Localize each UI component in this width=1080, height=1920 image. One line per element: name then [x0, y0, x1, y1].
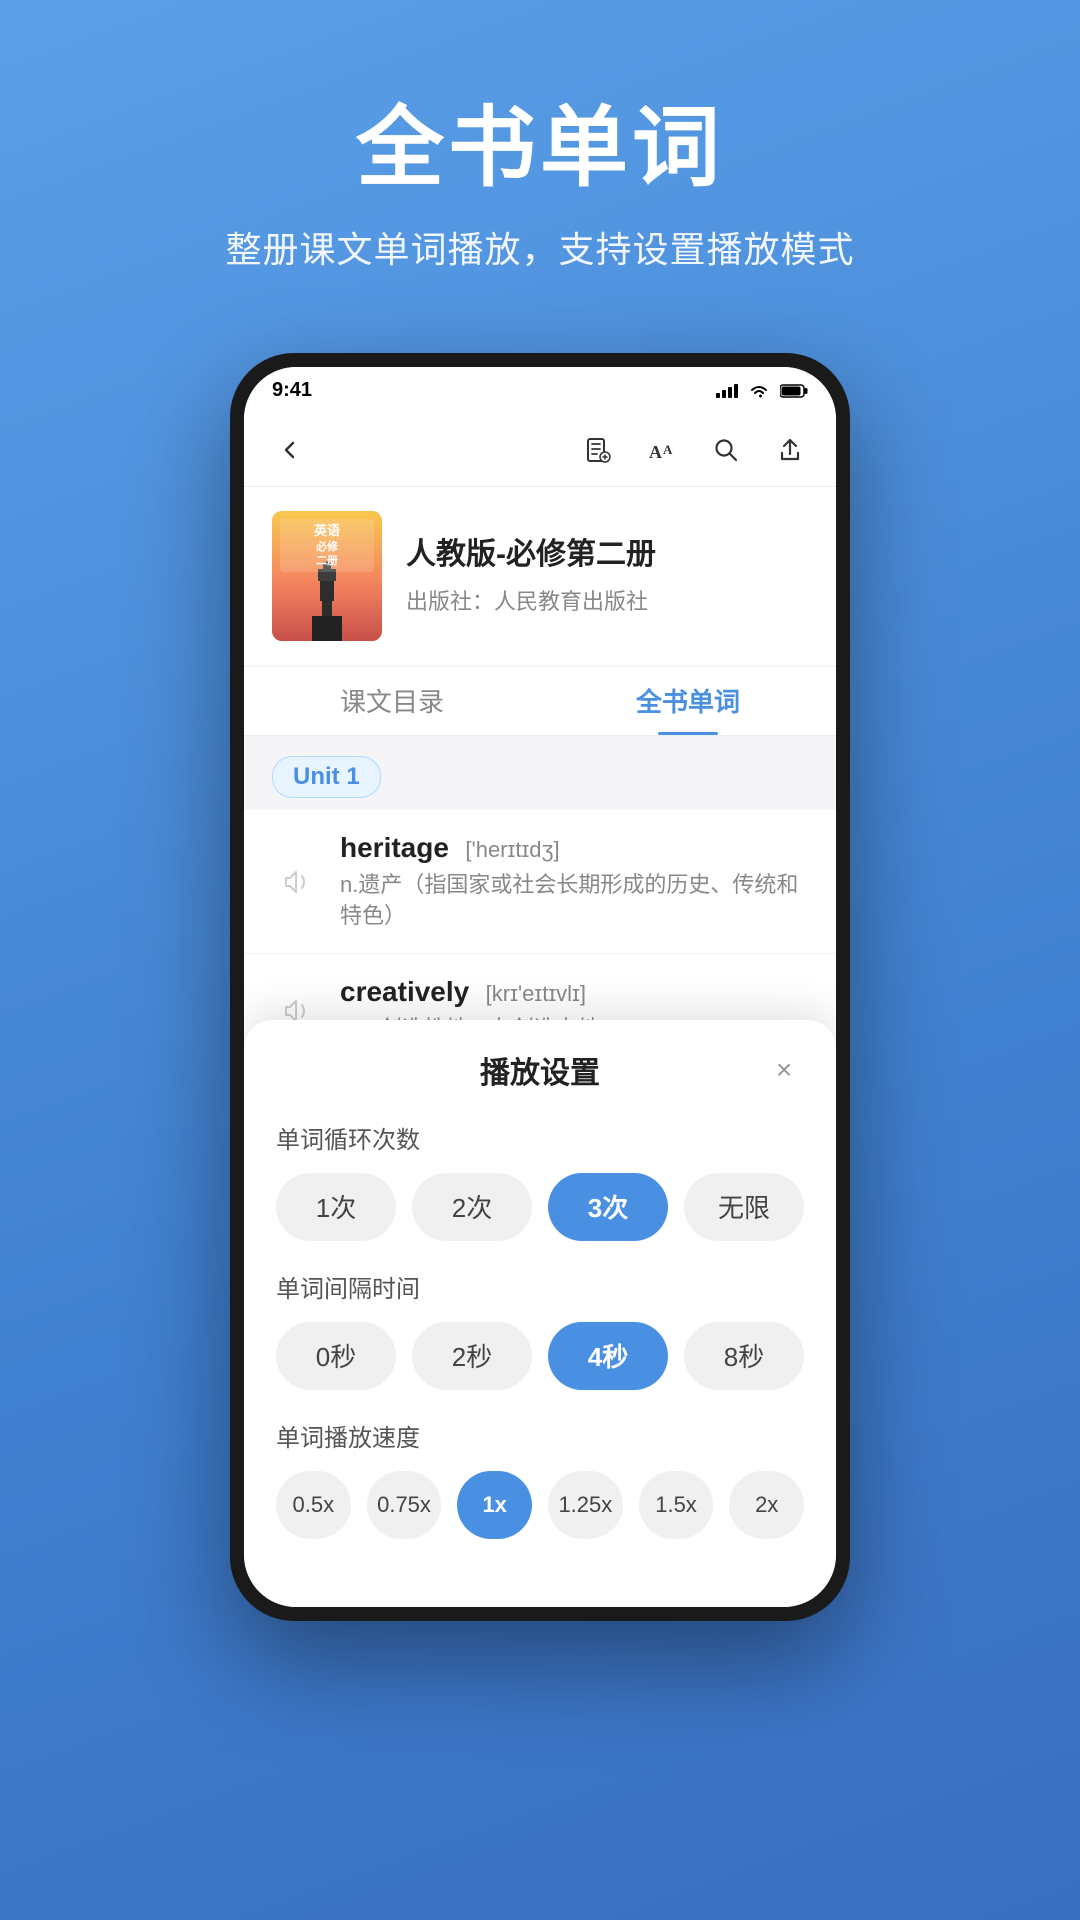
- tab-catalog[interactable]: 课文目录: [244, 667, 540, 735]
- book-cover: 英语 必修 二册: [272, 511, 382, 641]
- speed-1-5-button[interactable]: 1.5x: [639, 1471, 714, 1539]
- settings-title: 播放设置: [480, 1048, 600, 1092]
- loop-1-button[interactable]: 1次: [276, 1173, 396, 1241]
- top-nav: A A: [244, 415, 836, 487]
- loop-3-button[interactable]: 3次: [548, 1173, 668, 1241]
- speed-0-5-button[interactable]: 0.5x: [276, 1471, 351, 1539]
- speed-options: 0.5x 0.75x 1x 1.25x 1.5x 2x: [276, 1471, 804, 1539]
- share-icon[interactable]: [768, 428, 812, 472]
- wifi-icon: [748, 383, 770, 399]
- word-phonetic-2: [krɪ'eɪtɪvlɪ]: [486, 981, 586, 1006]
- interval-section: 单词间隔时间 0秒 2秒 4秒 8秒: [276, 1269, 804, 1390]
- speed-section: 单词播放速度 0.5x 0.75x 1x 1.25x 1.5x 2x: [276, 1418, 804, 1539]
- word-chinese-1: n.遗产（指国家或社会长期形成的历史、传统和特色）: [340, 870, 808, 932]
- speed-label: 单词播放速度: [276, 1418, 804, 1453]
- interval-8-button[interactable]: 8秒: [684, 1322, 804, 1390]
- word-item-heritage: heritage ['herɪtɪdʒ] n.遗产（指国家或社会长期形成的历史、…: [244, 810, 836, 955]
- word-english-2: creatively: [340, 976, 469, 1007]
- interval-label: 单词间隔时间: [276, 1269, 804, 1304]
- loop-count-section: 单词循环次数 1次 2次 3次 无限: [276, 1120, 804, 1241]
- tab-words[interactable]: 全书单词: [540, 667, 836, 735]
- loop-count-options: 1次 2次 3次 无限: [276, 1173, 804, 1241]
- loop-unlimited-button[interactable]: 无限: [684, 1173, 804, 1241]
- speed-2-button[interactable]: 2x: [729, 1471, 804, 1539]
- word-content-1: heritage ['herɪtɪdʒ] n.遗产（指国家或社会长期形成的历史、…: [340, 832, 808, 932]
- book-details: 人教版-必修第二册 出版社：人民教育出版社: [406, 535, 808, 616]
- svg-text:A: A: [663, 442, 673, 457]
- loop-2-button[interactable]: 2次: [412, 1173, 532, 1241]
- phone-screen: 9:41: [244, 367, 836, 1607]
- loop-count-label: 单词循环次数: [276, 1120, 804, 1155]
- interval-0-button[interactable]: 0秒: [276, 1322, 396, 1390]
- interval-options: 0秒 2秒 4秒 8秒: [276, 1322, 804, 1390]
- battery-icon: [780, 384, 808, 398]
- unit-badge-row: Unit 1: [244, 736, 836, 808]
- book-label-text: 英语: [286, 523, 368, 540]
- book-title: 人教版-必修第二册: [406, 535, 808, 574]
- interval-2-button[interactable]: 2秒: [412, 1322, 532, 1390]
- bigben-illustration: [302, 561, 352, 641]
- header-area: 全书单词 整册课文单词播放，支持设置播放模式: [0, 0, 1080, 333]
- status-time: 9:41: [272, 379, 312, 402]
- interval-4-button[interactable]: 4秒: [548, 1322, 668, 1390]
- word-english-1: heritage: [340, 832, 449, 863]
- settings-panel: 播放设置 × 单词循环次数 1次 2次 3次 无限: [244, 1020, 836, 1607]
- font-size-icon[interactable]: A A: [640, 428, 684, 472]
- nav-actions: A A: [576, 428, 812, 472]
- search-icon[interactable]: [704, 428, 748, 472]
- book-info: 英语 必修 二册 人教版-必修第二册 出版社：人民教育出版社: [244, 487, 836, 665]
- phone-wrapper: 9:41: [0, 333, 1080, 1621]
- unit-badge: Unit 1: [272, 756, 381, 798]
- page-subtitle: 整册课文单词播放，支持设置播放模式: [0, 221, 1080, 273]
- back-button[interactable]: [268, 428, 312, 472]
- clip-icon[interactable]: [576, 428, 620, 472]
- speed-0-75-button[interactable]: 0.75x: [367, 1471, 442, 1539]
- speed-1-25-button[interactable]: 1.25x: [548, 1471, 623, 1539]
- phone-shell: 9:41: [230, 353, 850, 1621]
- word-phonetic-1: ['herɪtɪdʒ]: [465, 837, 559, 862]
- speaker-icon-1[interactable]: [272, 858, 320, 906]
- close-settings-button[interactable]: ×: [764, 1050, 804, 1090]
- svg-text:A: A: [649, 442, 662, 462]
- speed-1-button[interactable]: 1x: [457, 1471, 532, 1539]
- signal-icon: [716, 384, 738, 398]
- status-bar: 9:41: [244, 367, 836, 415]
- book-publisher: 出版社：人民教育出版社: [406, 584, 808, 616]
- settings-header: 播放设置 ×: [276, 1048, 804, 1092]
- tabs-row: 课文目录 全书单词: [244, 667, 836, 736]
- page-title: 全书单词: [0, 100, 1080, 197]
- status-icons: [716, 383, 808, 399]
